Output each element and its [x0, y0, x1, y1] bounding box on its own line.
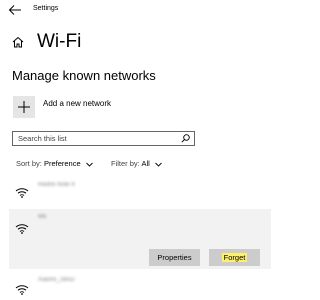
- properties-button[interactable]: Properties: [149, 249, 200, 266]
- filter-by-value: All: [141, 159, 150, 168]
- wifi-icon: [15, 188, 29, 198]
- network-name: Me: [38, 214, 47, 220]
- plus-icon: [18, 101, 30, 113]
- add-network-button[interactable]: Add a new network: [13, 96, 213, 120]
- wifi-icon: [15, 285, 29, 295]
- home-icon: [12, 36, 24, 48]
- add-network-label: Add a new network: [43, 99, 112, 108]
- forget-button[interactable]: Forget: [209, 249, 260, 266]
- forget-button-label: Forget: [221, 253, 248, 262]
- network-name: Redmi Note 9: [38, 182, 75, 188]
- network-name: Xiaomi_2B5D: [38, 277, 75, 283]
- network-list-item-selected[interactable]: Me Properties Forget: [9, 209, 271, 269]
- chevron-down-icon: [155, 162, 162, 167]
- sort-by-dropdown[interactable]: Sort by: Preference: [16, 159, 93, 168]
- filter-by-label: Filter by:: [111, 159, 140, 168]
- search-icon[interactable]: [181, 134, 190, 143]
- search-input[interactable]: [13, 132, 173, 145]
- network-list-item[interactable]: Redmi Note 9: [9, 177, 271, 204]
- chevron-down-icon: [85, 162, 93, 167]
- sort-by-value: Preference: [43, 159, 81, 168]
- network-list-item[interactable]: Xiaomi_2B5D: [9, 273, 271, 300]
- filter-by-dropdown[interactable]: Filter by: All: [111, 159, 162, 168]
- wifi-icon: [15, 224, 29, 234]
- sort-by-label: Sort by:: [16, 159, 42, 168]
- search-box[interactable]: [12, 131, 195, 146]
- back-arrow-icon[interactable]: [8, 4, 22, 16]
- window-title: Settings: [33, 5, 59, 12]
- add-icon-box: [13, 96, 35, 118]
- page-title: Wi-Fi: [37, 31, 82, 52]
- section-heading: Manage known networks: [12, 68, 156, 83]
- title-bar: Settings: [0, 0, 271, 22]
